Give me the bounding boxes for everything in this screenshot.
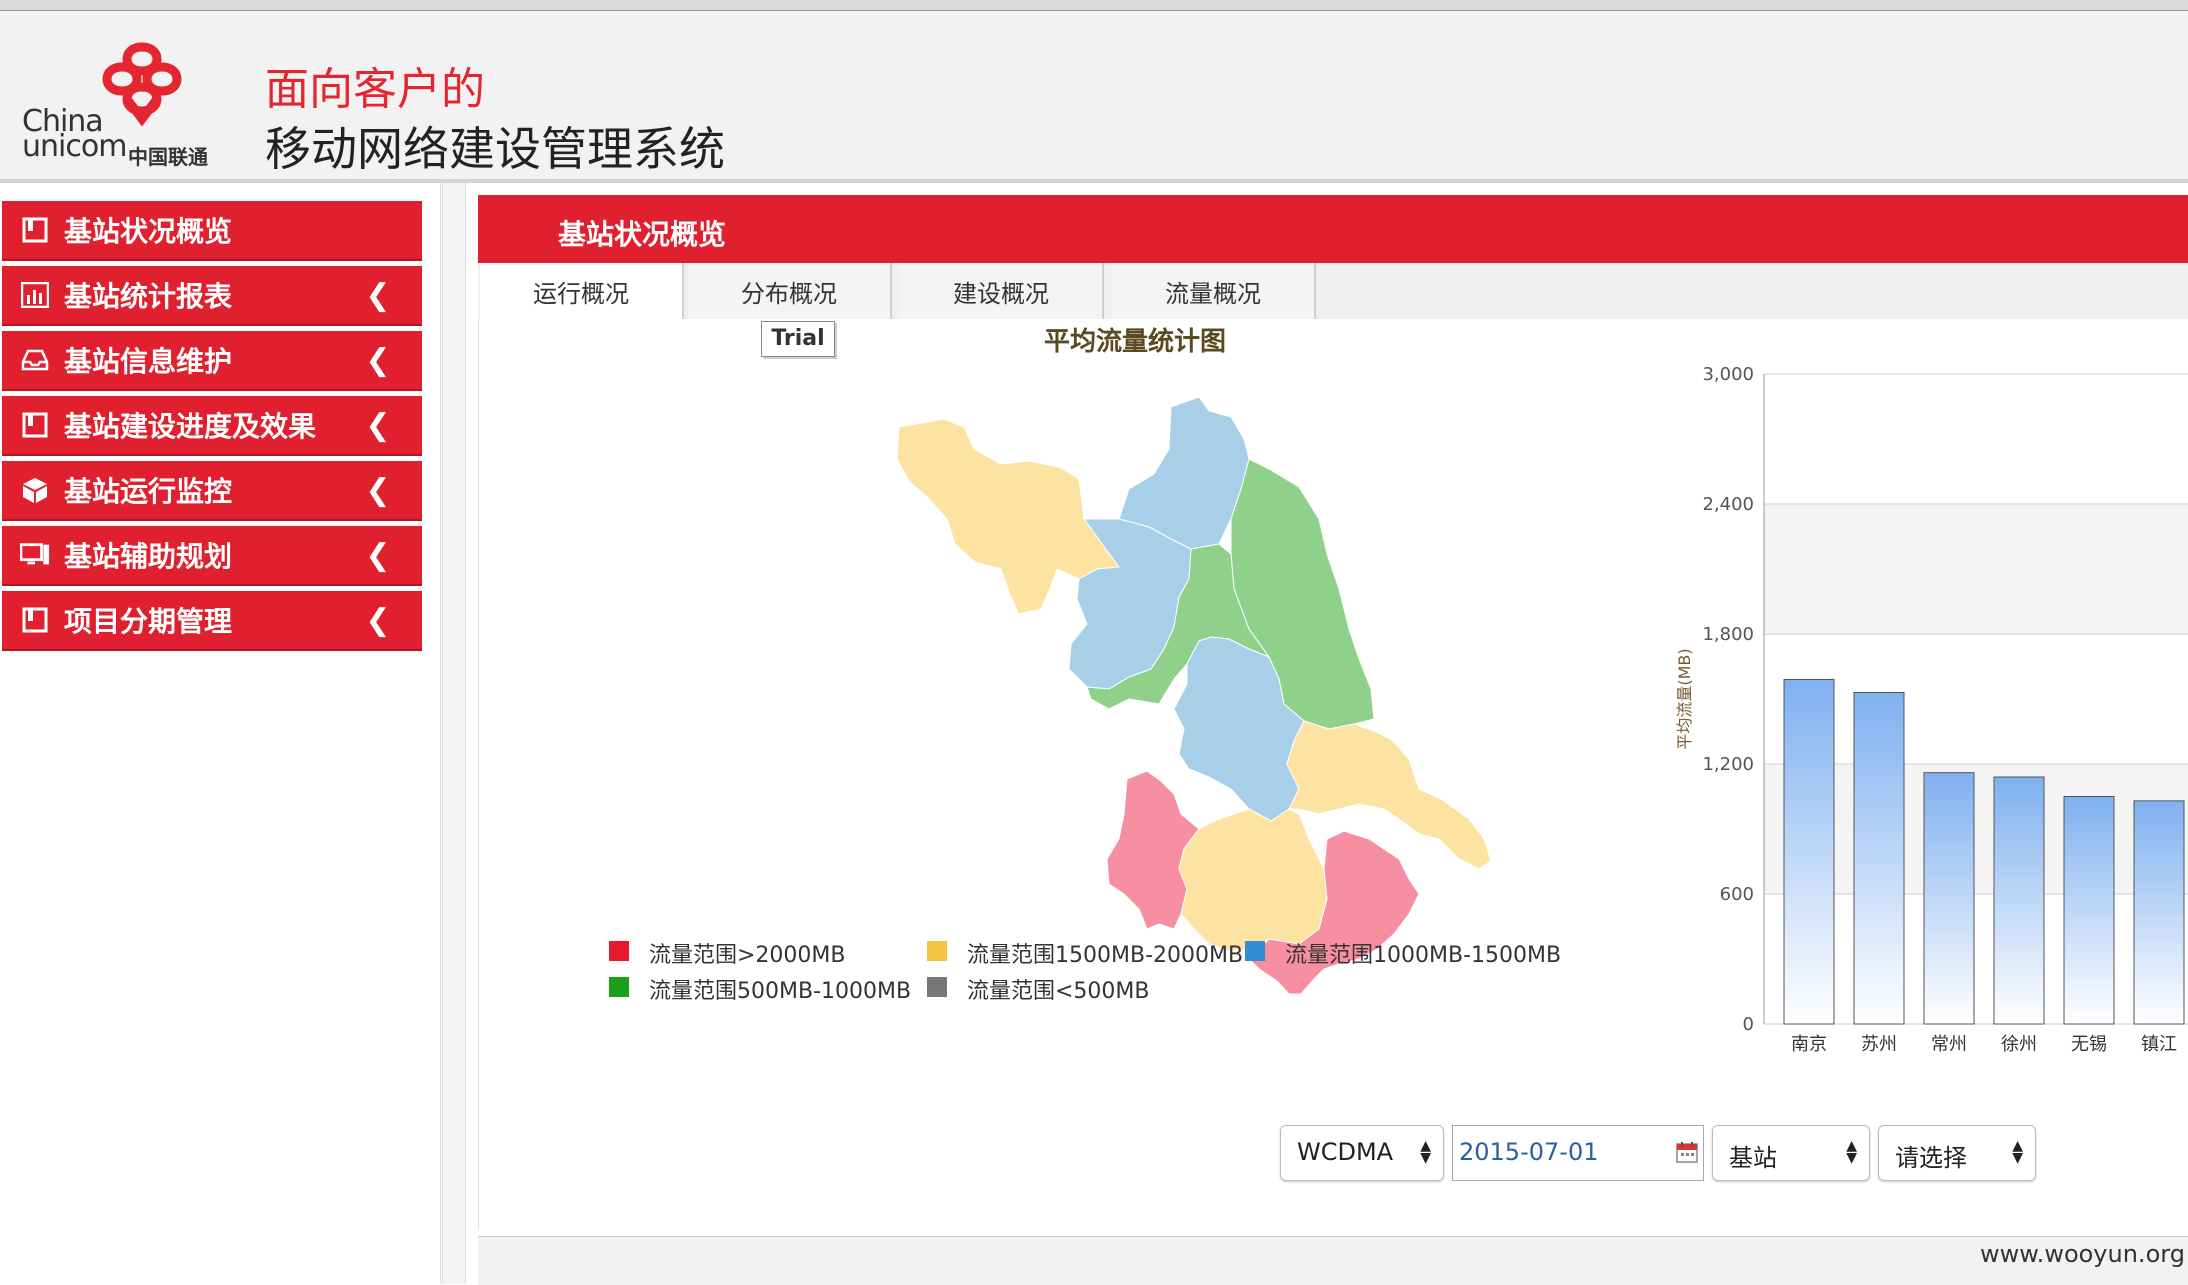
select-arrows-icon: ▲ ▼ <box>1420 1138 1431 1166</box>
x-tick-label: 苏州 <box>1861 1034 1897 1055</box>
sidebar-item-6[interactable]: 基站辅助规划 ❮ <box>2 526 422 586</box>
bar-无锡[interactable] <box>2063 796 2115 1025</box>
choose-select[interactable]: 请选择 ▲ ▼ <box>1878 1125 2036 1181</box>
y-tick-label: 3,000 <box>1702 364 1754 385</box>
square-icon <box>20 410 50 440</box>
tab-流量概况[interactable]: 流量概况 <box>1112 263 1316 319</box>
bar-chart-icon <box>20 280 50 310</box>
square-icon <box>20 215 50 245</box>
chevron-left-icon[interactable]: ❮ <box>358 278 398 313</box>
network-select-value: WCDMA <box>1297 1138 1394 1166</box>
tab-建设概况[interactable]: 建设概况 <box>900 263 1104 319</box>
calendar-icon[interactable] <box>1675 1140 1699 1164</box>
sidebar-item-5[interactable]: 基站运行监控 ❮ <box>2 461 422 521</box>
x-tick-label: 镇江 <box>2141 1034 2177 1055</box>
sidebar-item-label: 基站辅助规划 <box>64 540 233 573</box>
type-select-value: 基站 <box>1729 1144 1777 1172</box>
grid-band <box>1764 374 2188 504</box>
legend-swatch-3 <box>1245 941 1265 961</box>
square-icon <box>20 605 50 635</box>
app-title-line2: 移动网络建设管理系统 <box>265 122 725 176</box>
app-header: China unicom 中国联通 面向客户的 移动网络建设管理系统 <box>0 11 2188 183</box>
sidebar-item-label: 基站运行监控 <box>64 475 233 508</box>
network-select[interactable]: WCDMA ▲ ▼ <box>1280 1125 1444 1181</box>
legend-label-3: 流量范围1000MB-1500MB <box>1285 943 1562 968</box>
logo-text-unicom: unicom <box>22 129 127 164</box>
select-arrows-icon: ▲ ▼ <box>2012 1138 2023 1166</box>
app-title-line1: 面向客户的 <box>265 64 485 115</box>
bar-镇江[interactable] <box>2133 800 2185 1025</box>
watermark-text: www.wooyun.org <box>1980 1240 2185 1268</box>
y-tick-label: 0 <box>1743 1014 1754 1035</box>
sidebar-item-7[interactable]: 项目分期管理 ❮ <box>2 591 422 651</box>
y-tick-label: 1,200 <box>1702 754 1754 775</box>
y-tick-label: 600 <box>1720 884 1754 905</box>
legend-label-4: 流量范围500MB-1000MB <box>649 979 912 1004</box>
sidebar-item-label: 基站信息维护 <box>64 345 233 378</box>
chevron-left-icon[interactable]: ❮ <box>358 538 398 573</box>
chevron-left-icon[interactable]: ❮ <box>358 603 398 638</box>
trial-label: Trial <box>761 321 835 357</box>
sidebar-item-label: 基站建设进度及效果 <box>64 410 317 443</box>
x-tick-label: 徐州 <box>2001 1034 2037 1055</box>
x-tick-label: 无锡 <box>2071 1034 2107 1055</box>
x-tick-label: 南京 <box>1791 1034 1827 1055</box>
legend-swatch-4 <box>609 977 629 997</box>
legend-swatch-1 <box>609 941 629 961</box>
legend-label-2: 流量范围1500MB-2000MB <box>967 943 1244 968</box>
sidebar-item-1[interactable]: 基站状况概览 <box>2 201 422 261</box>
sidebar-item-3[interactable]: 基站信息维护 ❮ <box>2 331 422 391</box>
footer-bar <box>478 1236 2188 1285</box>
tab-分布概况[interactable]: 分布概况 <box>688 263 892 319</box>
y-axis-label: 平均流量(MB) <box>1675 648 1694 749</box>
cube-icon <box>20 475 50 505</box>
tab-运行概况[interactable]: 运行概况 <box>480 263 684 319</box>
date-input[interactable]: 2015-07-01 <box>1452 1125 1704 1181</box>
traffic-bar-chart: 0 600 1,200 1,800 2,400 3,000 平均流量(MB) 南京 苏州 常州 徐州… <box>1675 364 2188 1055</box>
bar-徐州[interactable] <box>1993 776 2045 1025</box>
legend-label-1: 流量范围>2000MB <box>649 943 846 968</box>
sidebar-item-label: 基站状况概览 <box>64 215 233 248</box>
logo-text-cn: 中国联通 <box>128 145 208 169</box>
bar-常州[interactable] <box>1923 772 1975 1025</box>
x-tick-label: 常州 <box>1931 1034 1967 1055</box>
grid-band <box>1764 504 2188 634</box>
monitor-icon <box>20 540 50 570</box>
legend-swatch-5 <box>927 977 947 997</box>
map-region-nantong[interactable] <box>1286 720 1492 870</box>
map-region-changzhou[interactable] <box>1178 808 1328 952</box>
main-header-title: 基站状况概览 <box>558 218 727 251</box>
choose-select-value: 请选择 <box>1895 1144 1967 1172</box>
bar-南京[interactable] <box>1783 679 1835 1025</box>
select-arrows-icon: ▲ ▼ <box>1846 1138 1857 1166</box>
sidebar-item-4[interactable]: 基站建设进度及效果 ❮ <box>2 396 422 456</box>
type-select[interactable]: 基站 ▲ ▼ <box>1712 1125 1870 1181</box>
legend-swatch-2 <box>927 941 947 961</box>
main-header: 基站状况概览 <box>478 195 2188 263</box>
y-tick-label: 1,800 <box>1702 624 1754 645</box>
top-border <box>0 0 2188 11</box>
chevron-left-icon[interactable]: ❮ <box>358 343 398 378</box>
chevron-left-icon[interactable]: ❮ <box>358 473 398 508</box>
inbox-icon <box>20 345 50 375</box>
sidebar-splitter[interactable] <box>442 183 466 1284</box>
sidebar-item-label: 项目分期管理 <box>64 605 233 638</box>
y-tick-label: 2,400 <box>1702 494 1754 515</box>
date-input-value: 2015-07-01 <box>1459 1138 1599 1166</box>
map-title: 平均流量统计图 <box>1044 327 1227 357</box>
legend-label-5: 流量范围<500MB <box>967 979 1150 1004</box>
chevron-left-icon[interactable]: ❮ <box>358 408 398 443</box>
sidebar-item-2[interactable]: 基站统计报表 ❮ <box>2 266 422 326</box>
bar-苏州[interactable] <box>1853 692 1905 1025</box>
sidebar-item-label: 基站统计报表 <box>64 280 233 313</box>
tab-bar: 运行概况 分布概况 建设概况 流量概况 <box>478 263 2188 320</box>
